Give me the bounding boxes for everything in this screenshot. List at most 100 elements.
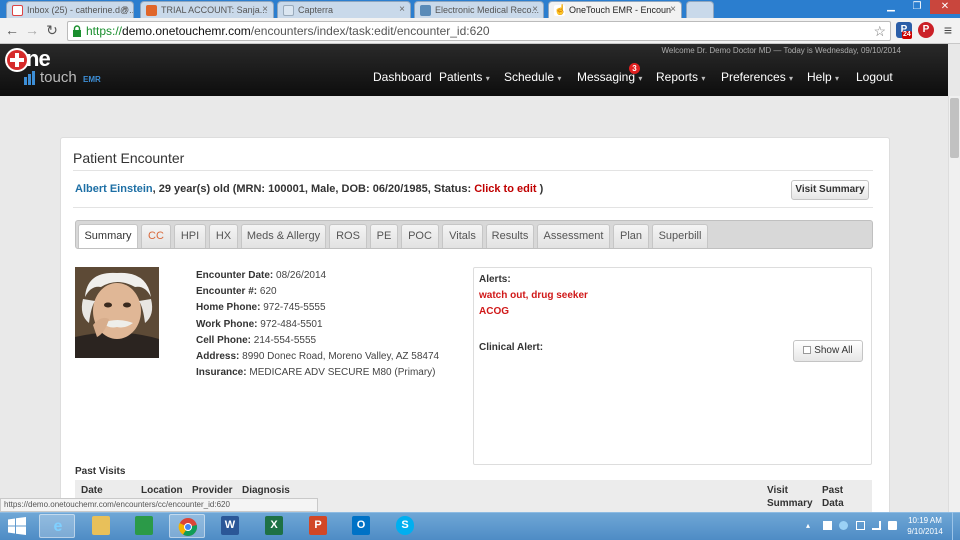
browser-tab-strip: Inbox (25) - catherine.d@... × TRIAL ACC… — [0, 0, 960, 19]
browser-tab-label: Capterra — [298, 5, 334, 15]
taskbar-powerpoint[interactable]: P — [300, 514, 336, 538]
browser-tab-label: Electronic Medical Reco... — [435, 5, 540, 15]
tab-ros[interactable]: ROS — [329, 224, 367, 248]
new-tab-button[interactable] — [686, 1, 714, 18]
nav-preferences[interactable]: Preferences ▾ — [721, 70, 793, 84]
taskbar-ie[interactable]: e — [39, 514, 75, 538]
nav-patients[interactable]: Patients ▾ — [439, 70, 490, 84]
show-all-button[interactable]: Show All — [793, 340, 863, 362]
close-icon[interactable]: × — [262, 4, 268, 15]
tab-results[interactable]: Results — [486, 224, 534, 248]
tab-assessment[interactable]: Assessment — [537, 224, 610, 248]
column-header-past-data[interactable]: Past Data — [822, 484, 844, 510]
taskbar-outlook[interactable]: O — [343, 514, 379, 538]
browser-tab-onetouch[interactable]: ☝ OneTouch EMR - Encoun × — [548, 1, 682, 19]
extension-icon[interactable]: P 24 — [896, 22, 912, 39]
link-status-bubble: https://demo.onetouchemr.com/encounters/… — [0, 498, 318, 512]
nav-dashboard[interactable]: Dashboard — [373, 70, 432, 84]
tab-vitals[interactable]: Vitals — [442, 224, 483, 248]
home-phone: Home Phone: 972-745-5555 — [196, 302, 326, 313]
word-icon: W — [221, 516, 239, 535]
taskbar-word[interactable]: W — [212, 514, 248, 538]
bookmark-star-icon[interactable]: ☆ — [873, 22, 886, 40]
taskbar-clock[interactable]: 10:19 AM 9/10/2014 — [904, 515, 946, 537]
volume-icon[interactable] — [888, 521, 897, 530]
nav-logout[interactable]: Logout — [856, 70, 893, 84]
tab-superbill[interactable]: Superbill — [652, 224, 708, 248]
patient-name-link[interactable]: Albert Einstein — [75, 183, 153, 195]
browser-tab-gmail[interactable]: Inbox (25) - catherine.d@... × — [6, 1, 134, 18]
detail-label: Encounter Date: — [196, 270, 274, 281]
show-desktop-button[interactable] — [952, 512, 960, 540]
restore-icon[interactable]: ❐ — [904, 0, 930, 14]
taskbar-excel[interactable]: X — [256, 514, 292, 538]
tab-pe[interactable]: PE — [370, 224, 398, 248]
pinterest-icon[interactable]: P — [918, 22, 934, 38]
close-icon[interactable]: × — [670, 4, 676, 15]
header-line: Visit — [767, 485, 788, 496]
status-edit-link[interactable]: Click to edit — [474, 183, 536, 195]
nav-reports[interactable]: Reports ▾ — [656, 70, 705, 84]
chevron-down-icon: ▾ — [835, 74, 840, 83]
column-header-date[interactable]: Date — [81, 484, 103, 497]
nav-help[interactable]: Help ▾ — [807, 70, 839, 84]
show-all-checkbox[interactable] — [803, 346, 812, 354]
wifi-signal-icon[interactable] — [872, 521, 881, 530]
tab-hx[interactable]: HX — [209, 224, 238, 248]
browser-tab-label: TRIAL ACCOUNT: Sanja... — [161, 5, 268, 15]
action-center-flag-icon[interactable] — [823, 521, 832, 530]
welcome-message: Welcome Dr. Demo Doctor MD — Today is We… — [661, 46, 901, 55]
visit-summary-button[interactable]: Visit Summary — [791, 180, 869, 200]
detail-label: Encounter #: — [196, 286, 258, 297]
vertical-scrollbar[interactable] — [948, 96, 960, 512]
tab-poc[interactable]: POC — [401, 224, 439, 248]
header-line: Data — [822, 498, 844, 509]
tab-plan[interactable]: Plan — [613, 224, 649, 248]
back-icon[interactable]: ← — [4, 22, 20, 38]
insurance: Insurance: MEDICARE ADV SECURE M80 (Prim… — [196, 367, 436, 378]
browser-tab-emr-review[interactable]: Electronic Medical Reco... × — [414, 1, 544, 18]
logo-wordmark-touch: touch — [40, 69, 77, 86]
taskbar-chrome[interactable] — [169, 514, 205, 538]
tab-summary[interactable]: Summary — [78, 224, 138, 248]
browser-tab-trial[interactable]: TRIAL ACCOUNT: Sanja... × — [140, 1, 274, 18]
battery-icon[interactable] — [856, 521, 865, 530]
work-phone: Work Phone: 972-484-5501 — [196, 319, 323, 330]
close-icon[interactable]: × — [122, 4, 128, 15]
address-bar[interactable]: https://demo.onetouchemr.com/encounters/… — [67, 21, 891, 41]
scrollbar-thumb[interactable] — [950, 98, 959, 158]
column-header-provider[interactable]: Provider — [192, 484, 233, 497]
detail-value: MEDICARE ADV SECURE M80 (Primary) — [249, 367, 436, 378]
forward-icon[interactable]: → — [24, 22, 40, 38]
reload-icon[interactable]: ↻ — [44, 22, 60, 38]
menu-icon[interactable]: ≡ — [940, 22, 956, 38]
tab-hpi[interactable]: HPI — [174, 224, 206, 248]
close-icon[interactable]: × — [532, 4, 538, 15]
page-icon — [283, 5, 294, 16]
outlook-icon: O — [352, 516, 370, 535]
hand-cursor-icon: ☝ — [554, 5, 567, 16]
close-window-icon[interactable]: ✕ — [930, 0, 960, 14]
nav-label: Messaging — [577, 70, 636, 84]
network-globe-icon[interactable] — [839, 521, 848, 530]
taskbar-explorer[interactable] — [83, 514, 119, 538]
tab-cc[interactable]: CC — [141, 224, 171, 248]
tab-meds-allergy[interactable]: Meds & Allergy — [241, 224, 326, 248]
folder-icon — [92, 516, 110, 535]
taskbar-skype[interactable]: S — [387, 514, 423, 538]
minimize-icon[interactable]: ▁ — [878, 0, 904, 14]
column-header-diagnosis[interactable]: Diagnosis — [242, 484, 290, 497]
onetouch-logo[interactable]: ne touch EMR — [4, 46, 104, 91]
column-header-location[interactable]: Location — [141, 484, 183, 497]
nav-schedule[interactable]: Schedule ▾ — [504, 70, 561, 84]
tray-expand-icon[interactable]: ▴ — [806, 521, 815, 530]
nav-label: Help — [807, 70, 832, 84]
browser-tab-capterra[interactable]: Capterra × — [277, 1, 411, 18]
taskbar-store[interactable] — [126, 514, 162, 538]
patient-summary: , 29 year(s) old (MRN: 100001, Male, DOB… — [152, 183, 475, 195]
extension-badge: 24 — [902, 31, 912, 39]
browser-toolbar: ← → ↻ https://demo.onetouchemr.com/encou… — [0, 18, 960, 44]
start-button[interactable] — [0, 514, 34, 538]
close-icon[interactable]: × — [399, 4, 405, 15]
column-header-visit-summary[interactable]: Visit Summary — [767, 484, 813, 510]
